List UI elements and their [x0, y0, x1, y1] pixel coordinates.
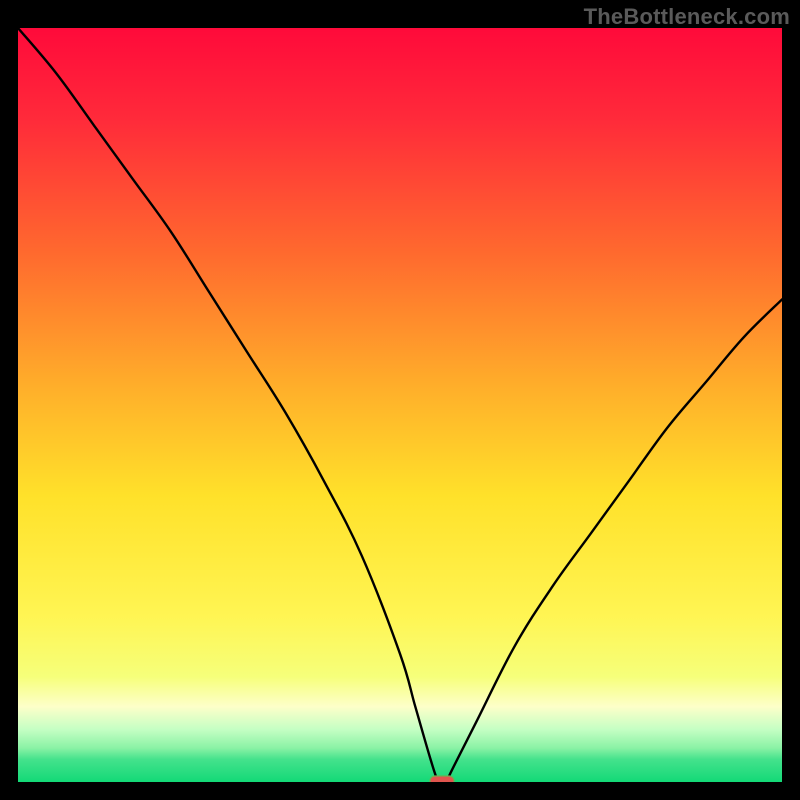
optimal-marker	[430, 776, 454, 782]
chart-svg	[18, 28, 782, 782]
gradient-backdrop	[18, 28, 782, 782]
chart-frame: TheBottleneck.com	[0, 0, 800, 800]
watermark-text: TheBottleneck.com	[584, 4, 790, 30]
chart-plot	[18, 28, 782, 782]
